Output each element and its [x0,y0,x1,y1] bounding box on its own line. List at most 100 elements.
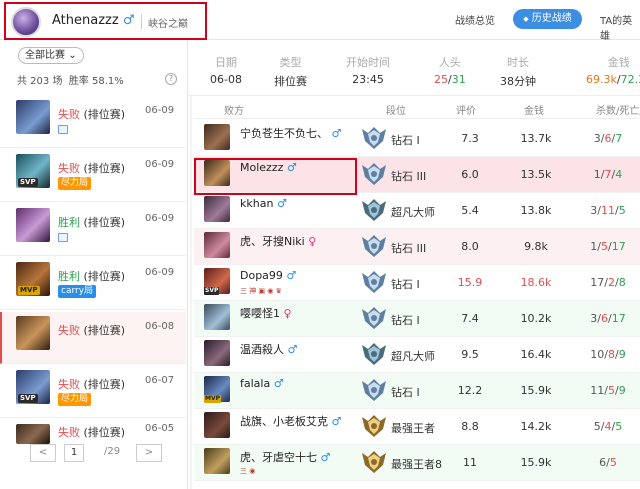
tab-history[interactable]: ◆ 历史战绩 [513,9,582,29]
stat-type: 类型 排位赛 [274,56,307,88]
score-value: 15.9 [457,276,483,289]
kda-value: 6/5 [599,456,617,469]
kda-value: 3/11/5 [590,204,626,217]
avatar [11,7,41,37]
svp-badge: SVP [18,178,38,187]
kda-value: 1/5/17 [590,240,626,253]
female-icon: ♀ [283,307,292,320]
rank-emblem-icon [362,415,386,437]
player-name[interactable]: 虎、牙搜Niki ♀ [240,233,316,249]
champion-portrait [16,316,50,350]
kda-value: 17/2/8 [590,276,626,289]
next-page-button[interactable]: > [136,444,162,462]
rank-emblem-icon [362,379,386,401]
player-name[interactable]: 嘤嘤怪1 ♀ [240,305,292,321]
gold-value: 10.2k [520,312,552,325]
champion-portrait [204,412,230,438]
mvp-badge: MVP [204,395,222,403]
score-value: 12.2 [457,384,483,397]
achievement-tags: 三 神 ▣ ◉ ♛ [240,287,282,295]
match-tag: carry局 [58,285,97,298]
champion-portrait [16,424,50,444]
table-row[interactable]: 宁负苍生不负七、 ♂ 钻石 I 7.3 13.7k 3/6/7 [194,121,640,157]
gold-value: 14.2k [520,420,552,433]
match-list-item-selected[interactable]: 失败 (排位赛) 06-08 [0,312,186,364]
match-list-item[interactable]: MVP 胜利 (排位赛) 06-09 carry局 [0,258,186,310]
female-icon: ♀ [308,235,317,248]
table-row[interactable]: SVP Dopa99 ♂ 三 神 ▣ ◉ ♛ 钻石 I 15.9 18.6k 17/2/8 [194,265,640,301]
male-icon: ♂ [286,269,297,282]
rank-text: 钻石 I [391,134,420,147]
gold-value: 15.9k [520,456,552,469]
score-value: 5.4 [461,204,479,217]
match-list-item[interactable]: SVP 失败 (排位赛) 06-07 尽力局 [0,366,186,418]
page-total: /29 [104,446,121,457]
table-row[interactable]: 温酒殺人 ♂ 超凡大师 9.5 16.4k 10/8/9 [194,337,640,373]
rank-text: 钻石 I [391,278,420,291]
match-filter-dropdown[interactable]: 全部比赛 ⌄ [18,47,84,64]
player-name[interactable]: 宁负苍生不负七、 ♂ [240,125,341,141]
score-value: 7.3 [461,132,479,145]
rank-emblem-icon [362,199,386,221]
score-value: 11 [463,456,477,469]
player-name[interactable]: 虎、牙虐空十七 ♂ [240,449,330,465]
table-row[interactable]: 虎、牙虐空十七 ♂ 三 ◉ 最强王者8 11 15.9k 6/5 [194,445,640,481]
help-icon[interactable]: ? [165,73,177,85]
prev-page-button[interactable]: < [30,444,56,462]
champion-portrait [16,208,50,242]
header-bar: Athenazzz ♂ 峡谷之巅 战绩总览 ◆ 历史战绩 TA的英雄 [0,0,640,42]
table-row[interactable]: 战旗、小老板艾克 ♂ 最强王者 8.8 14.2k 5/4/5 [194,409,640,445]
table-row[interactable]: MVP falala ♂ 钻石 I 12.2 15.9k 11/5/9 [194,373,640,409]
champion-portrait [16,100,50,134]
rank-emblem-icon [362,163,386,185]
table-row[interactable]: kkhan ♂ 超凡大师 5.4 13.8k 3/11/5 [194,193,640,229]
score-value: 8.0 [461,240,479,253]
stat-date: 日期 06-08 [210,56,242,86]
table-row[interactable]: 虎、牙搜Niki ♀ 钻石 III 8.0 9.8k 1/5/17 [194,229,640,265]
svp-badge: SVP [204,287,220,295]
score-value: 7.4 [461,312,479,325]
player-name: Athenazzz ♂ [52,13,135,28]
match-list-item[interactable]: 失败 (排位赛) 06-09 [0,96,186,148]
match-list-item[interactable]: SVP 失败 (排位赛) 06-09 尽力局 [0,150,186,202]
match-stats: 日期 06-08 类型 排位赛 开始时间 23:45 人头 25/31 时长 3… [188,40,640,96]
gold-value: 15.9k [520,384,552,397]
rank-emblem-icon [362,235,386,257]
tab-overview[interactable]: 战绩总览 [455,12,495,27]
gold-value: 13.5k [520,168,552,181]
match-tag: 尽力局 [58,393,92,406]
male-icon: ♂ [276,197,287,210]
player-name[interactable]: kkhan ♂ [240,197,287,210]
player-name[interactable]: falala ♂ [240,377,284,390]
match-summary: 共 203 场 胜率 58.1% [17,76,124,87]
male-icon: ♂ [331,127,342,140]
player-name[interactable]: Dopa99 ♂ [240,269,296,282]
kda-value: 3/6/17 [590,312,626,325]
champion-portrait [204,448,230,474]
champion-portrait [204,196,230,222]
match-list-item[interactable]: 失败 (排位赛) 06-05 [0,420,186,444]
rank-text: 钻石 III [391,242,427,255]
score-value: 6.0 [461,168,479,181]
table-row[interactable]: 嘤嘤怪1 ♀ 钻石 I 7.4 10.2k 3/6/17 [194,301,640,337]
champion-portrait [204,124,230,150]
image-icon [58,125,68,134]
match-list-item[interactable]: 胜利 (排位赛) 06-09 [0,204,186,256]
chevron-right-icon: ◆ [523,15,529,23]
kda-value: 10/8/9 [590,348,626,361]
match-list-panel: 全部比赛 ⌄ 共 203 场 胜率 58.1% ? 失败 (排位赛) 06-09… [0,40,188,489]
gold-value: 16.4k [520,348,552,361]
player-name[interactable]: 温酒殺人 ♂ [240,341,297,357]
kda-value: 3/6/7 [593,132,623,145]
player-profile[interactable]: Athenazzz ♂ 峡谷之巅 [4,2,207,40]
stat-kills: 人头 25/31 [434,56,466,86]
stat-gold: 金钱 69.3k/72.3k [586,56,640,86]
tab-champions[interactable]: TA的英雄 [600,12,640,42]
page-input[interactable]: 1 [64,444,84,462]
player-name[interactable]: 战旗、小老板艾克 ♂ [240,413,341,429]
image-icon [58,233,68,242]
gold-value: 9.8k [524,240,548,253]
stat-duration: 时长 38分钟 [500,56,536,88]
male-icon: ♂ [122,13,135,28]
pagination: < 1 /29 > [0,444,186,464]
